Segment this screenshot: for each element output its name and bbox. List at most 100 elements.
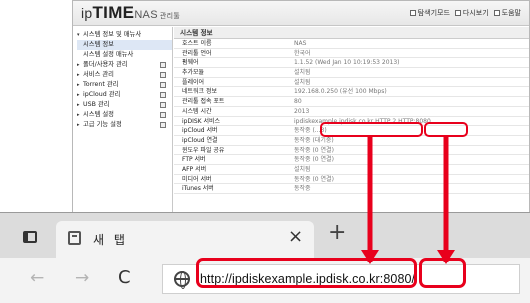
- domain-highlight-large: [196, 258, 417, 288]
- domain-highlight-small: [320, 122, 423, 137]
- info-value: 192.168.0.250 (유선 100 Mbps): [294, 88, 387, 96]
- table-row: 네트워크 정보 192.168.0.250 (유선 100 Mbps): [174, 87, 529, 98]
- sidebar-item[interactable]: ▸ ipCloud 관리: [77, 90, 172, 100]
- sidebar-item[interactable]: ▸ 고급 기능 설정: [77, 120, 172, 130]
- menu-box-icon: [160, 92, 166, 98]
- info-key: 윈도우 파일 공유: [182, 146, 225, 154]
- sidebar-item-label: 서비스 관리: [83, 71, 114, 78]
- info-key: 관리툴 언어: [182, 49, 212, 57]
- sidebar-item[interactable]: ▸ Torrent 관리: [77, 80, 172, 90]
- reload-icon[interactable]: C: [118, 266, 131, 290]
- sidebar-item[interactable]: ▸ USB 관리: [77, 100, 172, 110]
- info-key: 호스트 이름: [182, 40, 212, 47]
- info-value: 동작중 (0 연결): [294, 175, 334, 183]
- tab-bar: 새 탭 × +: [0, 213, 530, 258]
- logo-time: TIME: [92, 3, 135, 22]
- info-key: FTP 서버: [182, 156, 206, 164]
- port-highlight-small: [424, 122, 468, 137]
- info-value: 2013: [294, 107, 310, 115]
- tab-title: 새 탭: [93, 233, 128, 247]
- sidebar-item[interactable]: 시스템 정보: [77, 40, 172, 50]
- info-key: 미디어 서버: [182, 175, 212, 183]
- header-link-refresh[interactable]: 다시보기: [454, 8, 489, 18]
- menu-box-icon: [160, 62, 166, 68]
- sidebar-item[interactable]: ▸ 서비스 관리: [77, 70, 172, 80]
- info-key: 추가모듈: [182, 69, 205, 77]
- info-key: 관리툴 접속 포트: [182, 98, 225, 106]
- forward-arrow-icon[interactable]: →: [75, 266, 89, 290]
- nas-admin-window: ipTIMENAS 관리툴 탐색기모드 다시보기 도움말 ▾ 시스템 정보 및 매뉴…: [72, 0, 530, 236]
- info-value: 동작중 (대기중): [294, 136, 334, 144]
- sidebar-item[interactable]: ▸ 시스템 설정: [77, 110, 172, 120]
- sidebar-item-label: 시스템 정보: [83, 41, 114, 48]
- sidebar-item-label: USB 관리: [83, 101, 110, 108]
- menu-box-icon: [160, 72, 166, 78]
- table-row: 호스트 이름 NAS: [174, 39, 529, 49]
- info-key: 플레이어: [182, 78, 205, 86]
- table-row: 미디어 서버 동작중 (0 연결): [174, 175, 529, 185]
- table-row: 시스템 시간 2013: [174, 107, 529, 117]
- table-row: iTunes 서버 동작중: [174, 184, 529, 194]
- info-key: AFP 서버: [182, 165, 207, 173]
- logo-nas: NAS: [134, 9, 158, 21]
- menu-box-icon: [160, 82, 166, 88]
- checkbox-icon: [409, 10, 416, 16]
- header-links: 탐색기모드 다시보기 도움말: [409, 8, 521, 18]
- info-key: 네트워크 정보: [182, 88, 218, 96]
- sidebar-item-label: 시스템 설정 매뉴사: [83, 51, 134, 58]
- system-info-table: 호스트 이름 NAS 관리툴 언어 한국어펌웨어 1.1.52 (Wed Jan 10 …: [174, 39, 529, 194]
- table-row: ipCloud 연결 동작중 (대기중): [174, 136, 529, 146]
- menu-box-icon: [160, 122, 166, 128]
- table-row: 펌웨어 1.1.52 (Wed Jan 10 10:19:53 2013): [174, 58, 529, 69]
- info-value: 설치됨: [294, 165, 311, 173]
- header-link-help[interactable]: 도움말: [493, 8, 521, 18]
- header-link-explorer[interactable]: 탐색기모드: [409, 8, 450, 18]
- page-title: 시스템 정보: [174, 27, 529, 39]
- info-value: 1.1.52 (Wed Jan 10 10:19:53 2013): [294, 59, 400, 67]
- info-value: 동작중 (0 연결): [294, 146, 334, 154]
- checkbox-icon: [493, 10, 500, 16]
- table-row: FTP 서버 동작중 (0 연결): [174, 155, 529, 165]
- table-row: 플레이어 설치됨: [174, 78, 529, 88]
- admin-header: ipTIMENAS 관리툴 탐색기모드 다시보기 도움말: [73, 1, 529, 26]
- menu-box-icon: [160, 102, 166, 108]
- iptime-logo: ipTIMENAS 관리툴: [81, 3, 180, 23]
- info-value: 한국어: [294, 49, 311, 57]
- sidebar-item-label: 시스템 정보 및 매뉴사: [83, 31, 142, 38]
- info-value: NAS: [294, 40, 307, 47]
- sidebar-item[interactable]: ▸ 폴더/사용자 관리: [77, 60, 172, 70]
- new-tab-button[interactable]: +: [328, 221, 346, 245]
- sidebar-item-label: 고급 기능 설정: [83, 121, 122, 128]
- info-key: ipCloud 서버: [182, 127, 218, 135]
- sidebar-item-label: 시스템 설정: [83, 111, 114, 118]
- info-key: 시스템 시간: [182, 107, 212, 115]
- info-value: 동작중 (0 연결): [294, 156, 334, 164]
- menu-box-icon: [160, 112, 166, 118]
- back-arrow-icon[interactable]: ←: [30, 266, 44, 290]
- info-value: 동작중: [294, 185, 311, 193]
- info-value: 설치됨: [294, 78, 311, 86]
- table-row: 관리툴 접속 포트 80: [174, 97, 529, 107]
- table-row: 추가모듈 설치됨: [174, 68, 529, 78]
- checkbox-icon: [454, 10, 461, 16]
- table-row: 윈도우 파일 공유 동작중 (0 연결): [174, 146, 529, 156]
- info-value: 설치됨: [294, 69, 311, 77]
- tab-new-tab[interactable]: 새 탭 ×: [56, 221, 314, 258]
- port-highlight-large: [419, 258, 466, 288]
- info-key: ipDISK 서비스: [182, 117, 221, 125]
- globe-icon: [174, 271, 190, 289]
- info-key: iTunes 서버: [182, 185, 214, 193]
- sidebar-item[interactable]: ▾ 시스템 정보 및 매뉴사: [77, 30, 172, 40]
- info-key: ipCloud 연결: [182, 136, 218, 144]
- tab-page-icon: [68, 231, 81, 245]
- sidebar-item-label: ipCloud 관리: [83, 91, 121, 98]
- logo-sub: 관리툴: [159, 13, 181, 20]
- table-row: AFP 서버 설치됨: [174, 165, 529, 175]
- close-tab-icon[interactable]: ×: [288, 227, 303, 247]
- info-key: 펌웨어: [182, 59, 199, 67]
- admin-sidebar: ▾ 시스템 정보 및 매뉴사 시스템 정보 시스템 설정 매뉴사 ▸ 폴더/사용자 관리 ▸…: [73, 27, 173, 235]
- info-value: 80: [294, 98, 302, 106]
- tab-actions-icon[interactable]: [23, 231, 37, 243]
- logo-ip: ip: [81, 5, 93, 21]
- sidebar-item[interactable]: 시스템 설정 매뉴사: [77, 50, 172, 60]
